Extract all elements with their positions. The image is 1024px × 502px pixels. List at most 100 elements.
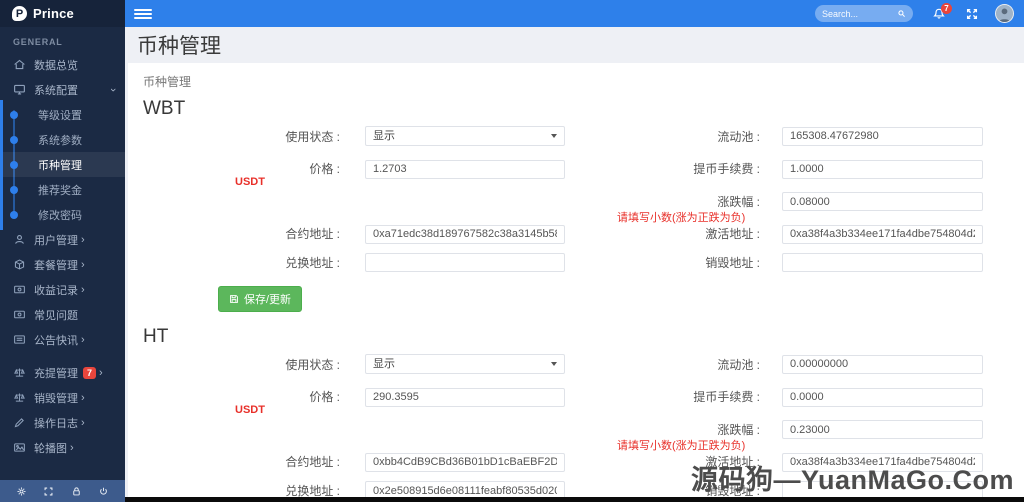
brand-logo-icon: P xyxy=(12,6,27,21)
pool-input[interactable] xyxy=(782,354,983,374)
scales-icon xyxy=(13,366,26,379)
status-select[interactable]: 显示 xyxy=(365,126,565,146)
bottom-edge-bar xyxy=(125,497,1024,502)
lock-icon[interactable] xyxy=(71,486,82,497)
price-input[interactable] xyxy=(365,159,565,179)
exchange-address-input[interactable] xyxy=(365,253,565,272)
fee-label: 提币手续费 : xyxy=(693,162,760,177)
coin-section-wbt: WBT 使用状态 : 显示 流动池 : 价格 : 提币手续费 : USDT xyxy=(143,98,1009,312)
fullscreen-icon[interactable] xyxy=(43,486,54,497)
news-icon xyxy=(13,333,26,346)
sidebar-item-system-config[interactable]: 系统配置 › xyxy=(0,77,125,102)
home-icon xyxy=(13,58,26,71)
sidebar-item-label: 数据总览 xyxy=(34,59,78,72)
topbar: 7 xyxy=(125,0,1024,27)
chevron-down-icon: › xyxy=(107,87,120,92)
contract-address-input[interactable] xyxy=(365,224,565,244)
sidebar-item-deposit-withdraw[interactable]: 充提管理 7 › xyxy=(0,360,125,385)
notification-count-badge: 7 xyxy=(941,2,952,14)
contract-address-input[interactable] xyxy=(365,452,565,472)
coin-name: HT xyxy=(143,326,169,347)
notification-badge: 7 xyxy=(83,366,97,379)
sidebar-item-label: 常见问题 xyxy=(34,309,78,322)
sidebar-item-label: 收益记录 xyxy=(34,284,78,297)
main-area: 7 币种管理 币种管理 WBT 使用状态 : 显示 流动池 : xyxy=(125,0,1024,502)
range-hint: 请填写小数(涨为正跌为负) xyxy=(617,211,746,224)
sidebar-footer xyxy=(0,480,125,502)
save-update-button[interactable]: 保存/更新 xyxy=(218,286,303,312)
fee-input[interactable] xyxy=(782,159,983,179)
sidebar-item-destroy-management[interactable]: 销毁管理 › xyxy=(0,385,125,410)
sidebar-item-income-records[interactable]: 收益记录 › xyxy=(0,277,125,302)
status-select-wrap: 显示 xyxy=(365,354,565,374)
scales-icon xyxy=(13,391,26,404)
sidebar: P Prince GENERAL 数据总览 系统配置 › 等级设置 系统参数 币… xyxy=(0,0,125,502)
notifications-button[interactable]: 7 xyxy=(932,2,952,21)
sidebar-subitem-level-settings[interactable]: 等级设置 xyxy=(0,102,125,127)
expand-button[interactable] xyxy=(965,7,979,21)
sidebar-item-label: 系统配置 xyxy=(34,84,78,97)
subitem-label: 币种管理 xyxy=(38,159,82,172)
sidebar-item-label: 公告快讯 xyxy=(34,334,78,347)
pool-label: 流动池 : xyxy=(717,357,760,372)
usdt-unit-label: USDT xyxy=(235,404,265,416)
search-icon[interactable] xyxy=(897,9,906,18)
search-box xyxy=(815,5,913,22)
chevron-right-icon: › xyxy=(81,283,85,296)
chevron-right-icon: › xyxy=(81,258,85,271)
sidebar-nav: GENERAL 数据总览 系统配置 › 等级设置 系统参数 币种管理 推荐奖金 … xyxy=(0,27,125,480)
pool-input[interactable] xyxy=(782,126,983,146)
destroy-address-input[interactable] xyxy=(782,253,983,272)
activate-label: 激活地址 : xyxy=(705,227,760,242)
range-label: 涨跌幅 : xyxy=(717,422,760,437)
sidebar-item-package-management[interactable]: 套餐管理 › xyxy=(0,252,125,277)
search-input[interactable] xyxy=(822,8,897,19)
sidebar-subitem-coin-management[interactable]: 币种管理 xyxy=(0,152,125,177)
sidebar-item-label: 用户管理 xyxy=(34,234,78,247)
content-card: 币种管理 WBT 使用状态 : 显示 流动池 : 价格 : 提币手续费 : US… xyxy=(128,63,1024,502)
activate-address-input[interactable] xyxy=(782,224,983,244)
brand-logo[interactable]: P Prince xyxy=(0,0,125,27)
user-avatar[interactable] xyxy=(995,4,1014,23)
sidebar-item-carousel[interactable]: 轮播图 › xyxy=(0,435,125,460)
sidebar-item-overview[interactable]: 数据总览 xyxy=(0,52,125,77)
subitem-label: 等级设置 xyxy=(38,109,82,122)
destroy-label: 销毁地址 : xyxy=(705,255,760,270)
sidebar-item-announcements[interactable]: 公告快讯 › xyxy=(0,327,125,352)
sidebar-subitem-change-password[interactable]: 修改密码 xyxy=(0,202,125,227)
price-input[interactable] xyxy=(365,387,565,407)
status-select[interactable]: 显示 xyxy=(365,354,565,374)
chevron-right-icon: › xyxy=(70,441,74,454)
fee-input[interactable] xyxy=(782,387,983,407)
brand-name: Prince xyxy=(33,6,74,21)
price-label: 价格 : xyxy=(309,390,340,405)
breadcrumb: 币种管理 xyxy=(143,75,192,89)
sidebar-item-user-management[interactable]: 用户管理 › xyxy=(0,227,125,252)
sidebar-item-label: 销毁管理 xyxy=(34,392,78,405)
subitem-label: 系统参数 xyxy=(38,134,82,147)
chevron-right-icon: › xyxy=(99,366,103,379)
package-icon xyxy=(13,258,26,271)
range-label: 涨跌幅 : xyxy=(717,194,760,209)
range-input[interactable] xyxy=(782,420,983,439)
sidebar-subitem-system-params[interactable]: 系统参数 xyxy=(0,127,125,152)
status-select-wrap: 显示 xyxy=(365,126,565,146)
expand-arrows-icon xyxy=(966,8,978,19)
price-label: 价格 : xyxy=(309,162,340,177)
gear-icon[interactable] xyxy=(16,486,27,497)
range-hint: 请填写小数(涨为正跌为负) xyxy=(617,439,746,452)
subitem-label: 修改密码 xyxy=(38,209,82,222)
sidebar-item-faq[interactable]: 常见问题 xyxy=(0,302,125,327)
save-button-label: 保存/更新 xyxy=(244,294,292,306)
chevron-right-icon: › xyxy=(81,233,85,246)
sidebar-subitem-referral-bonus[interactable]: 推荐奖金 xyxy=(0,177,125,202)
page-header: 币种管理 xyxy=(125,27,1024,63)
money-icon xyxy=(13,283,26,296)
sidebar-item-operation-logs[interactable]: 操作日志 › xyxy=(0,410,125,435)
app-window: P Prince GENERAL 数据总览 系统配置 › 等级设置 系统参数 币… xyxy=(0,0,1024,502)
question-icon xyxy=(13,308,26,321)
range-input[interactable] xyxy=(782,192,983,211)
edit-icon xyxy=(13,416,26,429)
hamburger-menu-icon[interactable] xyxy=(134,7,152,21)
power-icon[interactable] xyxy=(98,486,109,497)
